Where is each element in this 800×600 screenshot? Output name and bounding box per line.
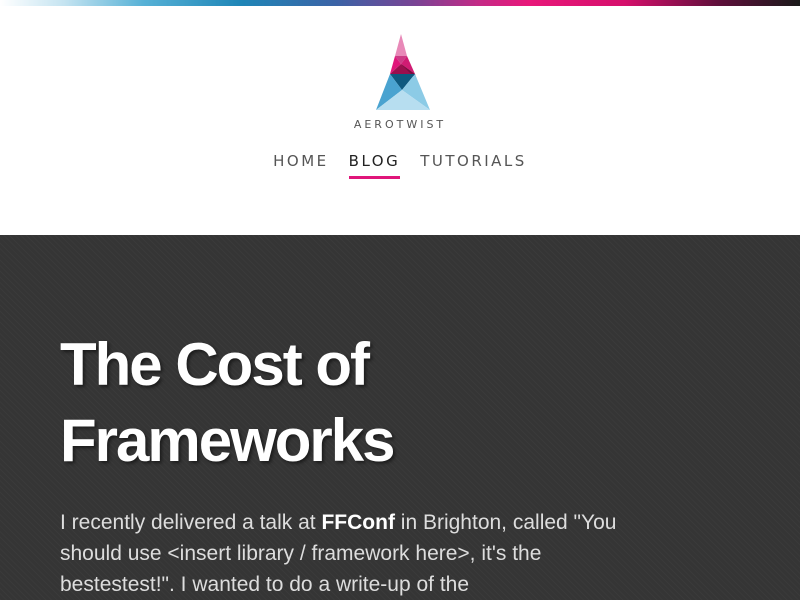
aerotwist-logo-icon[interactable] — [370, 34, 432, 114]
intro-text-1: I recently delivered a talk at — [60, 511, 322, 534]
main-nav: HOME BLOG TUTORIALS — [0, 152, 800, 179]
site-header: AEROTWIST HOME BLOG TUTORIALS — [0, 6, 800, 235]
nav-home[interactable]: HOME — [273, 152, 329, 176]
article-title-line-1: The Cost of — [60, 331, 370, 398]
article-intro: I recently delivered a talk at FFConf in… — [60, 507, 640, 600]
nav-tutorials[interactable]: TUTORIALS — [420, 152, 527, 176]
article-title-line-2: Frameworks — [60, 407, 395, 474]
nav-blog[interactable]: BLOG — [348, 152, 401, 179]
brand-name[interactable]: AEROTWIST — [0, 118, 800, 131]
article-title: The Cost of Frameworks — [60, 327, 660, 479]
article-hero: The Cost of Frameworks I recently delive… — [0, 235, 800, 600]
ffconf-link[interactable]: FFConf — [321, 511, 394, 534]
